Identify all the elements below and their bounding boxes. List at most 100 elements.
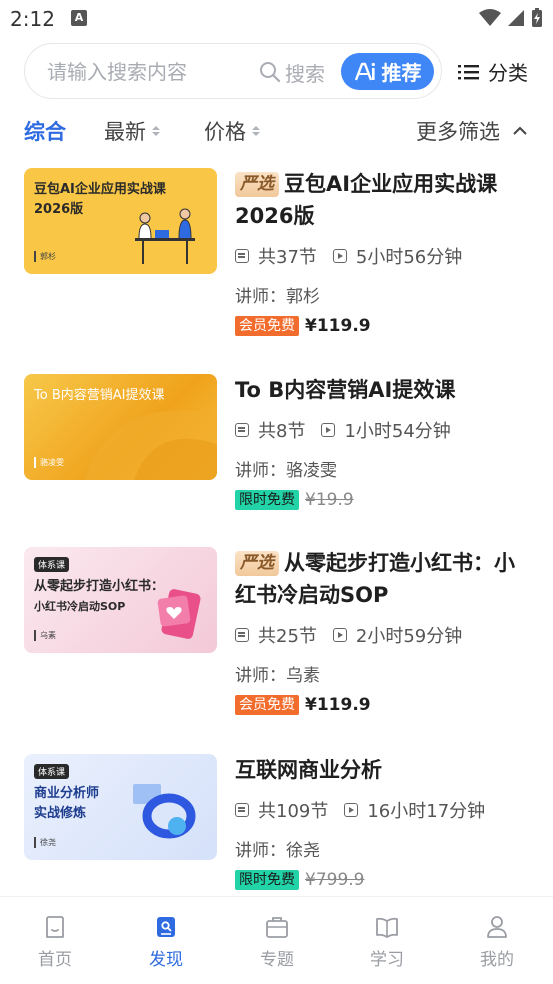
original-price: ¥799.9 — [305, 870, 365, 890]
more-filters-button[interactable]: 更多筛选 — [416, 116, 528, 146]
thumbnail-title: 从零起步打造小红书： 小红书冷启动SOP — [34, 579, 165, 613]
thumbnail-title: 商业分析师 实战修炼 — [34, 786, 100, 821]
thumbnail-author: 骆凌雯 — [34, 457, 64, 468]
ai-icon — [354, 62, 375, 80]
course-title: 互联网商业分析 — [235, 758, 382, 782]
series-badge: 体系课 — [34, 557, 70, 572]
list-icon — [458, 64, 479, 79]
lesson-count: 共25节 — [258, 626, 317, 647]
more-filters-label: 更多筛选 — [416, 120, 500, 144]
price: ¥119.9 — [305, 316, 371, 336]
wifi-icon — [479, 9, 501, 26]
search-button[interactable]: 搜索 — [259, 57, 325, 87]
lessons-icon — [235, 803, 249, 817]
course-info: 严选 从零起步打造小红书：小红书冷启动SOP 共25节 2小时59分钟 讲师：乌素… — [235, 547, 535, 716]
yanxuan-tag: 严选 — [235, 172, 279, 197]
sort-icon — [152, 126, 160, 136]
course-info: 严选 豆包AI企业应用实战课2026版 共37节 5小时56分钟 讲师：郭杉 会员… — [235, 168, 535, 337]
search-icon — [260, 62, 281, 83]
course-card[interactable]: To B内容营销AI提效课 骆凌雯 To B内容营销AI提效课 共8节 1小时5… — [24, 374, 534, 554]
status-icons — [479, 8, 543, 28]
sort-icon — [252, 126, 260, 136]
ring-chart-illustration — [133, 784, 196, 839]
original-price: ¥19.9 — [305, 490, 354, 510]
tab-mine[interactable]: 我的 — [462, 915, 532, 970]
search-button-label: 搜索 — [285, 61, 325, 86]
filter-comprehensive[interactable]: 综合 — [24, 116, 66, 146]
duration-icon — [332, 249, 347, 263]
price-row: 会员免费 ¥119.9 — [235, 694, 535, 716]
price-row: 限时免费 ¥19.9 — [235, 489, 535, 511]
series-badge: 体系课 — [34, 764, 70, 779]
member-free-badge: 会员免费 — [235, 695, 299, 715]
bottom-tab-bar: 首页 发现 专题 学习 我的 — [0, 896, 553, 984]
tab-label: 发现 — [149, 950, 183, 970]
lecturer: 讲师：郭杉 — [235, 287, 320, 307]
tab-topic[interactable]: 专题 — [242, 915, 312, 970]
course-thumbnail: 豆包AI企业应用实战课 2026版 郭杉 — [24, 168, 217, 274]
lessons-icon — [235, 423, 249, 437]
course-card[interactable]: 豆包AI企业应用实战课 2026版 郭杉 严选 豆包AI企业应用实战课2026版 … — [24, 168, 534, 348]
duration-icon — [321, 423, 336, 437]
duration-icon — [344, 803, 359, 817]
tab-label: 学习 — [370, 950, 404, 970]
filter-price[interactable]: 价格 — [204, 116, 260, 146]
battery-icon — [532, 8, 542, 27]
tab-discover[interactable]: 发现 — [131, 915, 201, 970]
recommend-button[interactable]: 推荐 — [341, 53, 434, 90]
phone-heart-illustration — [157, 589, 201, 639]
discover-icon — [157, 917, 175, 937]
search-input[interactable] — [47, 56, 247, 88]
thumbnail-author: 乌素 — [34, 630, 56, 641]
duration: 2小时59分钟 — [355, 626, 463, 647]
price-row: 限时免费 ¥799.9 — [235, 869, 535, 891]
people-at-desk-illustration — [135, 208, 195, 264]
thumbnail-title: To B内容营销AI提效课 — [34, 388, 165, 403]
course-title: 严选 豆包AI企业应用实战课2026版 — [235, 172, 498, 228]
tab-label: 首页 — [38, 950, 72, 970]
user-icon — [487, 916, 507, 938]
course-thumbnail: 体系课 从零起步打造小红书： 小红书冷启动SOP 乌素 — [24, 547, 217, 653]
filter-bar: 综合 最新 价格 更多筛选 — [24, 112, 534, 148]
topic-icon — [266, 917, 288, 938]
category-button[interactable]: 分类 — [458, 57, 528, 86]
course-thumbnail: 体系课 商业分析师 实战修炼 徐尧 — [24, 754, 217, 860]
member-free-badge: 会员免费 — [235, 316, 299, 336]
price: ¥119.9 — [305, 695, 371, 715]
course-meta: 共8节 1小时54分钟 — [235, 418, 535, 442]
filter-latest[interactable]: 最新 — [104, 116, 160, 146]
lessons-icon — [235, 249, 249, 263]
yanxuan-tag: 严选 — [235, 551, 279, 576]
price-row: 会员免费 ¥119.9 — [235, 315, 535, 337]
lesson-count: 共8节 — [258, 421, 306, 442]
lesson-count: 共37节 — [258, 247, 317, 268]
tab-label: 专题 — [260, 950, 294, 970]
tab-study[interactable]: 学习 — [352, 915, 422, 970]
duration: 1小时54分钟 — [344, 421, 451, 442]
search-row: 搜索 推荐 分类 — [24, 43, 534, 99]
thumbnail-author: 郭杉 — [34, 251, 56, 262]
course-info: 互联网商业分析 共109节 16小时17分钟 讲师：徐尧 限时免费 ¥799.9 — [235, 754, 535, 891]
filter-label: 价格 — [204, 120, 246, 144]
filter-label: 最新 — [104, 120, 146, 144]
lesson-count: 共109节 — [258, 801, 329, 822]
lecturer: 讲师：乌素 — [235, 666, 320, 686]
duration-icon — [332, 628, 347, 642]
course-card[interactable]: 体系课 从零起步打造小红书： 小红书冷启动SOP 乌素 严选 从零起步打造小红书：… — [24, 547, 534, 727]
limited-free-badge: 限时免费 — [235, 870, 299, 890]
course-thumbnail: To B内容营销AI提效课 骆凌雯 — [24, 374, 217, 480]
book-icon — [376, 917, 398, 938]
lessons-icon — [235, 628, 249, 642]
limited-free-badge: 限时免费 — [235, 490, 299, 510]
notification-icon: A — [71, 10, 87, 26]
tab-label: 我的 — [480, 950, 514, 970]
tab-home[interactable]: 首页 — [20, 915, 90, 970]
thumbnail-author: 徐尧 — [34, 837, 56, 848]
duration: 16小时17分钟 — [367, 801, 486, 822]
signal-icon — [508, 10, 524, 26]
status-bar: 2:12 A — [0, 0, 553, 38]
course-title: 严选 从零起步打造小红书：小红书冷启动SOP — [235, 551, 515, 607]
status-time: 2:12 — [10, 7, 55, 31]
search-box: 搜索 推荐 — [24, 43, 442, 99]
home-icon — [46, 916, 64, 938]
